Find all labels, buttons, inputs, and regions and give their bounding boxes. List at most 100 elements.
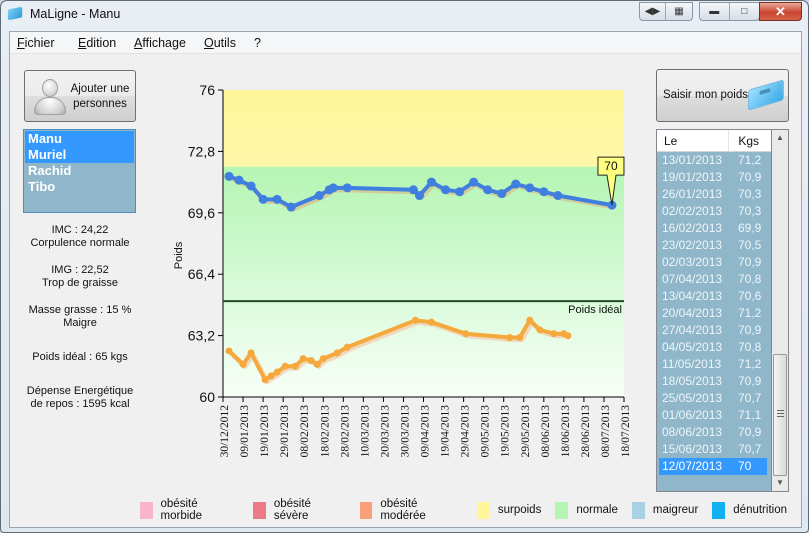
table-row[interactable]: 12/07/2013 70 [659, 458, 767, 475]
table-row[interactable]: 01/06/2013 71,1 [657, 407, 771, 424]
y-tick-label: 76 [199, 82, 215, 98]
data-point-manu [497, 189, 507, 199]
pin-window-icon[interactable]: ▦ [666, 3, 692, 20]
window-controls: ▬ □ [699, 2, 760, 21]
resize-arrows-icon[interactable]: ◀▶ [640, 3, 666, 20]
x-tick-label: 28/06/2013 [580, 405, 592, 458]
table-row[interactable]: 23/02/2013 70,5 [657, 237, 771, 254]
menu-label: ? [254, 36, 261, 50]
add-person-button[interactable]: Ajouter une personnes [24, 70, 136, 122]
person-list[interactable]: Manu Muriel Rachid Tibo [23, 129, 136, 213]
table-row[interactable]: 04/05/2013 70,8 [657, 339, 771, 356]
data-point-manu [525, 183, 535, 193]
x-tick-label: 08/02/2013 [299, 405, 311, 458]
x-tick-label: 18/02/2013 [319, 405, 331, 458]
legend-label: maigreur [652, 504, 699, 516]
table-body: 13/01/2013 71,2 19/01/2013 70,9 26/01/2013 70… [657, 152, 771, 475]
person-item-tibo[interactable]: Tibo [25, 179, 134, 195]
img-description: Trop de graisse [41, 277, 119, 289]
scroll-thumb[interactable] [773, 354, 787, 476]
app-window: MaLigne - Manu ◀▶ ▦ ▬ □ ✕ Fichier Editio… [0, 0, 809, 533]
table-row[interactable]: 13/01/2013 71,2 [657, 152, 771, 169]
add-person-label: Ajouter une personnes [69, 82, 131, 112]
menu-bar: Fichier Edition Affichage Outils ? [10, 32, 801, 54]
table-row[interactable]: 25/05/2013 70,7 [657, 390, 771, 407]
row-date: 04/05/2013 [662, 340, 723, 354]
table-row[interactable]: 11/05/2013 71,2 [657, 356, 771, 373]
body-fat-stat: Masse grasse : 15 % Maigre [16, 304, 144, 330]
person-item-manu[interactable]: Manu [25, 131, 134, 147]
legend-label: obésité modérée [380, 498, 426, 522]
menu-mnemonic: F [17, 36, 25, 50]
table-row[interactable]: 18/05/2013 70,9 [657, 373, 771, 390]
row-date: 12/07/2013 [662, 459, 723, 473]
row-date: 26/01/2013 [662, 187, 723, 201]
row-kgs: 70,3 [738, 204, 762, 218]
weight-table[interactable]: Le Kgs 13/01/2013 71,2 19/01/2013 70,9 26/01… [656, 129, 772, 492]
menu-affichage[interactable]: Affichage [134, 36, 186, 50]
data-point-muriel [462, 330, 470, 338]
scroll-grip-icon [777, 410, 784, 419]
table-row[interactable]: 19/01/2013 70,9 [657, 169, 771, 186]
y-tick-label: 69,6 [188, 205, 215, 221]
table-scrollbar[interactable]: ▲ ▼ [772, 129, 789, 492]
extra-controls: ◀▶ ▦ [639, 2, 693, 21]
table-header: Le Kgs [657, 130, 771, 152]
legend-label: surpoids [497, 504, 542, 516]
row-kgs: 71,2 [738, 153, 762, 167]
menu-fichier[interactable]: Fichier [17, 36, 55, 50]
menu-label: ffichage [142, 36, 186, 50]
legend-swatch [712, 501, 726, 519]
row-kgs: 70,3 [738, 187, 762, 201]
legend-item: dénutrition [712, 501, 787, 519]
table-row[interactable]: 16/02/2013 69,9 [657, 220, 771, 237]
row-date: 02/03/2013 [662, 255, 723, 269]
scroll-up-arrow-icon[interactable]: ▲ [772, 130, 788, 146]
legend-label: obésité morbide [160, 498, 203, 522]
y-tick-label: 60 [199, 389, 215, 405]
img-value: IMG : 22,52 [51, 264, 109, 276]
person-item-muriel[interactable]: Muriel [25, 147, 134, 163]
legend-label: normale [576, 504, 618, 516]
data-point-muriel [225, 347, 233, 355]
row-kgs: 70,6 [738, 289, 762, 303]
x-tick-label: 29/05/2013 [520, 405, 532, 458]
data-point-muriel [411, 316, 419, 324]
add-person-label-line1: Ajouter une [70, 83, 130, 95]
column-header-kgs[interactable]: Kgs [729, 130, 771, 151]
table-row[interactable]: 26/01/2013 70,3 [657, 186, 771, 203]
menu-edition[interactable]: Edition [78, 36, 116, 50]
x-tick-label: 28/02/2013 [339, 405, 351, 458]
energy-label: Dépense Energétique [26, 385, 134, 397]
table-row[interactable]: 27/04/2013 70,9 [657, 322, 771, 339]
data-point-muriel [550, 330, 558, 338]
enter-weight-button[interactable]: Saisir mon poids [656, 69, 789, 122]
table-row[interactable]: 13/04/2013 70,6 [657, 288, 771, 305]
close-button[interactable]: ✕ [759, 2, 802, 21]
data-point-manu [441, 185, 451, 195]
maximize-button[interactable]: □ [730, 3, 759, 20]
scroll-down-arrow-icon[interactable]: ▼ [772, 475, 788, 491]
row-date: 13/01/2013 [662, 153, 723, 167]
column-header-date[interactable]: Le [657, 130, 730, 151]
minimize-button[interactable]: ▬ [700, 3, 730, 20]
table-row[interactable]: 20/04/2013 71,2 [657, 305, 771, 322]
row-kgs: 70 [738, 459, 752, 473]
data-point-muriel [261, 376, 269, 384]
menu-label: dition [86, 36, 117, 50]
table-row[interactable]: 08/06/2013 70,9 [657, 424, 771, 441]
app-logo-icon [7, 6, 23, 21]
table-row[interactable]: 02/03/2013 70,9 [657, 254, 771, 271]
imc-value: IMC : 24,22 [51, 224, 109, 236]
table-row[interactable]: 02/02/2013 70,3 [657, 203, 771, 220]
person-item-rachid[interactable]: Rachid [25, 163, 134, 179]
data-point-muriel [536, 326, 544, 334]
data-point-manu [328, 183, 338, 193]
table-row[interactable]: 07/04/2013 70,8 [657, 271, 771, 288]
menu-help[interactable]: ? [254, 36, 261, 50]
table-row[interactable]: 15/06/2013 70,7 [657, 441, 771, 458]
data-point-muriel [428, 318, 436, 326]
row-kgs: 70,9 [738, 323, 762, 337]
menu-outils[interactable]: Outils [204, 36, 236, 50]
data-point-manu [314, 191, 324, 201]
